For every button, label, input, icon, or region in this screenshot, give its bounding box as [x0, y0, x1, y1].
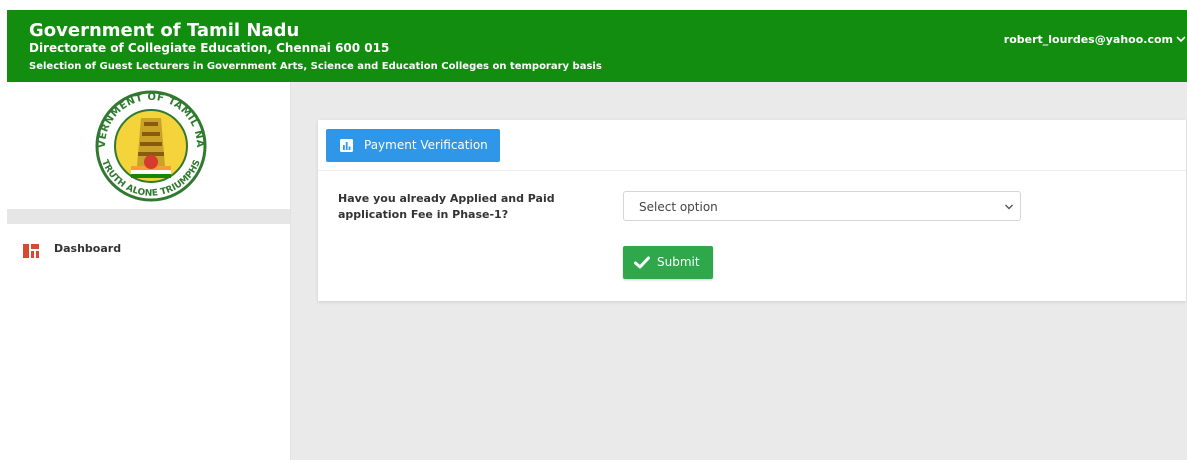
chevron-down-icon — [1005, 204, 1013, 210]
tab-payment-verification[interactable]: Payment Verification — [326, 129, 500, 162]
app-header: Government of Tamil Nadu Directorate of … — [7, 10, 1187, 82]
payment-verification-card: Payment Verification Have you already Ap… — [318, 120, 1186, 301]
checkmark-icon — [634, 256, 650, 269]
header-title: Government of Tamil Nadu — [29, 20, 300, 41]
dashboard-icon — [23, 244, 39, 258]
submit-button[interactable]: Submit — [623, 246, 713, 279]
sidebar: GOVERNMENT OF TAMIL NADU TRUTH ALONE TRI… — [7, 82, 291, 460]
sidebar-separator — [7, 209, 290, 224]
header-subtitle: Directorate of Collegiate Education, Che… — [29, 41, 390, 55]
bar-chart-icon — [340, 139, 353, 152]
logo-area: GOVERNMENT OF TAMIL NADU TRUTH ALONE TRI… — [7, 82, 290, 209]
sidebar-item-label: Dashboard — [54, 242, 122, 255]
submit-label: Submit — [657, 255, 700, 269]
card-divider — [318, 170, 1186, 171]
user-email-menu[interactable]: robert_lourdes@yahoo.com — [1004, 33, 1173, 46]
tamil-nadu-emblem-logo: GOVERNMENT OF TAMIL NADU TRUTH ALONE TRI… — [91, 84, 208, 203]
header-tagline: Selection of Guest Lecturers in Governme… — [29, 61, 602, 72]
phase1-payment-select[interactable]: Select option — [623, 191, 1021, 221]
sidebar-item-dashboard[interactable]: Dashboard — [7, 235, 290, 265]
chevron-down-icon[interactable] — [1176, 34, 1186, 44]
select-value: Select option — [639, 200, 718, 214]
main-content: Payment Verification Have you already Ap… — [291, 82, 1187, 460]
phase1-question-label: Have you already Applied and Paid applic… — [338, 192, 555, 221]
tab-label: Payment Verification — [364, 138, 488, 152]
